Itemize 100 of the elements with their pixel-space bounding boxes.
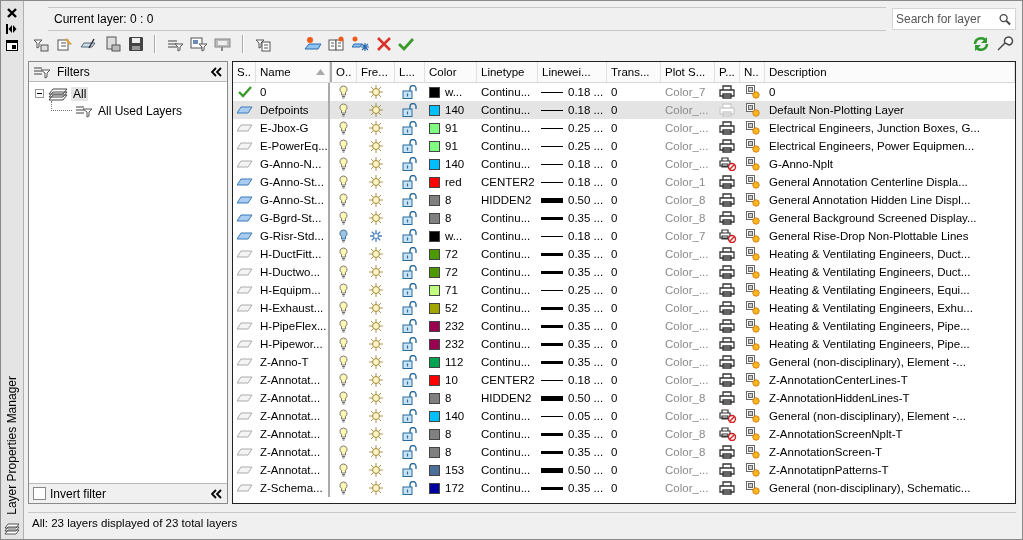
light-bulb-icon[interactable] [339, 427, 348, 441]
unlock-icon[interactable] [402, 355, 418, 369]
printer-icon[interactable] [718, 391, 737, 405]
unlock-icon[interactable] [402, 445, 418, 459]
column-header[interactable]: N.. [740, 62, 765, 82]
unlock-icon[interactable] [402, 157, 418, 171]
unlock-icon[interactable] [402, 175, 418, 189]
column-header[interactable]: Trans... [607, 62, 661, 82]
printer-icon[interactable] [718, 139, 737, 153]
column-header[interactable]: Linewei... [538, 62, 607, 82]
new-layer-frozen-button[interactable] [350, 34, 372, 54]
table-row[interactable]: Z-Annotat... 140 Continu... 0.05 ... 0 Color_... General (non-disciplinary), Element -... [233, 407, 1015, 425]
color-swatch[interactable] [429, 212, 440, 224]
light-bulb-icon[interactable] [339, 211, 348, 225]
printer-icon[interactable] [718, 265, 737, 279]
printer-icon[interactable] [718, 373, 737, 387]
sun-icon[interactable] [369, 283, 383, 297]
collapse-button[interactable] [210, 65, 223, 78]
color-swatch[interactable] [429, 374, 440, 386]
sun-icon[interactable] [369, 139, 383, 153]
sun-icon[interactable] [369, 427, 383, 441]
unlock-icon[interactable] [402, 319, 418, 333]
unlock-icon[interactable] [402, 121, 418, 135]
light-bulb-icon[interactable] [339, 157, 348, 171]
table-row[interactable]: H-PipeFlex... 232 Continu... 0.35 ... 0 Color_... Heating & Ventilating Engineers, Pipe... [233, 317, 1015, 335]
light-bulb-icon[interactable] [339, 265, 348, 279]
viewport-sun-icon[interactable] [745, 103, 760, 117]
viewport-sun-icon[interactable] [745, 427, 760, 441]
column-header[interactable]: Description [765, 62, 1015, 82]
viewport-sun-icon[interactable] [745, 355, 760, 369]
table-row[interactable]: Z-Annotat... 8 Continu... 0.35 ... 0 Color_8 Z-AnnotationScreen-T [233, 443, 1015, 461]
light-bulb-icon[interactable] [339, 391, 348, 405]
color-swatch[interactable] [429, 320, 440, 332]
printer-icon[interactable] [718, 337, 737, 351]
filter-select-button[interactable] [188, 34, 210, 54]
sun-icon[interactable] [369, 157, 383, 171]
viewport-sun-icon[interactable] [745, 463, 760, 477]
snowflake-icon[interactable] [369, 229, 383, 243]
color-swatch[interactable] [429, 248, 440, 260]
printer-icon[interactable] [718, 319, 737, 333]
column-header[interactable]: Plot S... [661, 62, 715, 82]
light-bulb-icon[interactable] [339, 445, 348, 459]
sun-icon[interactable] [369, 445, 383, 459]
color-swatch[interactable] [429, 284, 440, 296]
viewport-sun-icon[interactable] [745, 265, 760, 279]
unlock-icon[interactable] [402, 373, 418, 387]
tree-item[interactable]: All Used Layers [96, 103, 185, 118]
column-header[interactable]: Linetype [477, 62, 538, 82]
viewport-sun-icon[interactable] [745, 175, 760, 189]
printer-icon[interactable] [718, 121, 737, 135]
viewport-sun-icon[interactable] [745, 139, 760, 153]
unlock-icon[interactable] [402, 481, 418, 495]
printer-icon[interactable] [718, 175, 737, 189]
viewport-sun-icon[interactable] [745, 391, 760, 405]
viewport-sun-icon[interactable] [745, 319, 760, 333]
table-row[interactable]: G-Bgrd-St... 8 Continu... 0.35 ... 0 Color_8 General Background Screened Display... [233, 209, 1015, 227]
sun-icon[interactable] [369, 175, 383, 189]
sun-icon[interactable] [369, 337, 383, 351]
table-row[interactable]: G-Risr-Std... w... Continu... 0.18 ... 0 Color_7 General Rise-Drop Non-Plottable Lines [233, 227, 1015, 245]
table-row[interactable]: E-Jbox-G 91 Continu... 0.25 ... 0 Color_... Electrical Engineers, Junction Boxes, G... [233, 119, 1015, 137]
color-swatch[interactable] [429, 122, 440, 134]
printer-icon[interactable] [718, 427, 737, 441]
viewport-sun-icon[interactable] [745, 121, 760, 135]
color-swatch[interactable] [429, 302, 440, 314]
color-swatch[interactable] [429, 392, 440, 404]
sun-icon[interactable] [369, 481, 383, 495]
light-bulb-icon[interactable] [339, 283, 348, 297]
unlock-icon[interactable] [402, 427, 418, 441]
viewport-sun-icon[interactable] [745, 211, 760, 225]
table-row[interactable]: G-Anno-St... red CENTER2 0.18 ... 0 Color_1 General Annotation Centerline Displa... [233, 173, 1015, 191]
printer-icon[interactable] [718, 157, 737, 171]
table-row[interactable]: Z-Annotat... 8 HIDDEN2 0.50 ... 0 Color_8 Z-AnnotationHiddenLines-T [233, 389, 1015, 407]
unlock-icon[interactable] [402, 409, 418, 423]
printer-icon[interactable] [718, 211, 737, 225]
table-row[interactable]: Defpoints 140 Continu... 0.18 ... 0 Color_... Default Non-Plotting Layer [233, 101, 1015, 119]
sun-icon[interactable] [369, 265, 383, 279]
viewport-sun-icon[interactable] [745, 409, 760, 423]
unlock-icon[interactable] [402, 247, 418, 261]
properties-button[interactable] [4, 38, 20, 53]
color-swatch[interactable] [429, 446, 440, 458]
color-swatch[interactable] [429, 338, 440, 350]
column-header[interactable]: P... [715, 62, 740, 82]
color-swatch[interactable] [429, 104, 440, 116]
table-row[interactable]: H-Pipewor... 232 Continu... 0.35 ... 0 Color_... Heating & Ventilating Engineers, Pipe... [233, 335, 1015, 353]
color-swatch[interactable] [429, 86, 440, 98]
column-header[interactable]: O.. [330, 62, 357, 82]
sun-icon[interactable] [369, 121, 383, 135]
printer-icon[interactable] [718, 409, 737, 423]
viewport-sun-icon[interactable] [745, 301, 760, 315]
unlock-icon[interactable] [402, 139, 418, 153]
viewport-sun-icon[interactable] [745, 229, 760, 243]
column-header[interactable]: L... [395, 62, 425, 82]
sun-icon[interactable] [369, 373, 383, 387]
light-bulb-icon[interactable] [339, 139, 348, 153]
viewport-sun-icon[interactable] [745, 373, 760, 387]
column-header[interactable]: Color [425, 62, 477, 82]
sun-icon[interactable] [369, 103, 383, 117]
sun-icon[interactable] [369, 193, 383, 207]
table-row[interactable]: H-Equipm... 71 Continu... 0.25 ... 0 Color_... Heating & Ventilating Engineers, Equi... [233, 281, 1015, 299]
printer-icon[interactable] [718, 481, 737, 495]
